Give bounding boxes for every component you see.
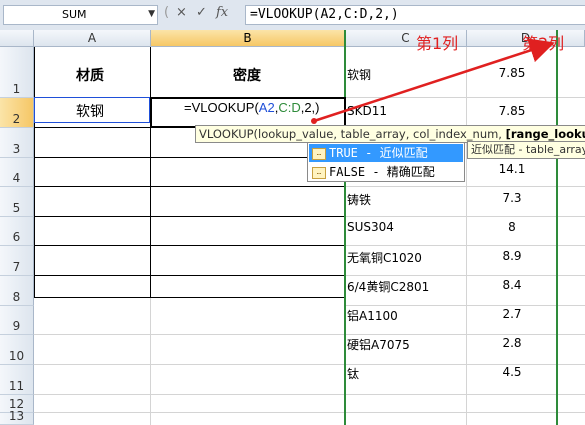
annotation-arrow — [311, 38, 555, 124]
